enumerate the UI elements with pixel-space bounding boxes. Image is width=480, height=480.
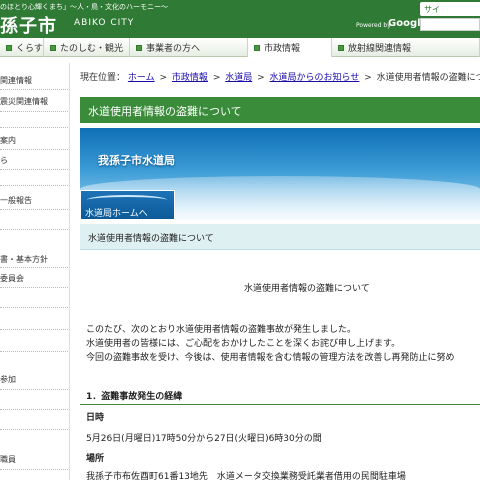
section-heading: 1．盗難事故発生の経緯 xyxy=(80,389,480,405)
breadcrumb-separator: > xyxy=(159,73,168,83)
nav-item-label: くらす xyxy=(16,44,43,54)
sidebar-item[interactable]: 委員会 xyxy=(0,273,70,284)
breadcrumb-link-shisei[interactable]: 市政情報 xyxy=(172,73,208,83)
body-paragraph: 水道使用者の皆様には、ご心配をおかけしたことを深くお詫び申し上げます。 xyxy=(86,339,401,349)
sidebar-item[interactable]: 関連情報 xyxy=(0,75,70,86)
global-nav: くらす たのしむ・観光 事業者の方へ 市政情報 放射線関連情報 xyxy=(0,38,480,57)
sidebar-item[interactable]: 職員 xyxy=(0,454,70,465)
sidebar-divider xyxy=(0,329,68,330)
nav-bullet-icon xyxy=(6,44,12,51)
article-subtitle: 水道使用者情報の盗難について xyxy=(80,224,480,250)
breadcrumb-current: 水道使用者情報の盗難について xyxy=(376,73,480,83)
body-paragraph: 今回の盗難事故を受け、今後は、使用者情報を含む情報の管理方法を改善し再発防止に努… xyxy=(86,353,455,363)
site-header: のほとり心輝くまち」～人・鳥・文化のハーモニー～ 孫子市 ABIKO CITY … xyxy=(0,0,480,38)
sidebar-divider xyxy=(0,429,68,430)
sidebar-divider xyxy=(0,209,68,210)
sidebar-item[interactable]: 参加 xyxy=(0,374,70,385)
breadcrumb-separator: > xyxy=(257,73,265,83)
powered-by-label: Powered by xyxy=(356,22,391,29)
sidebar-divider xyxy=(0,469,68,470)
sidebar-item[interactable]: 震災関連情報 xyxy=(0,96,70,107)
breadcrumb: 現在位置： ホーム > 市政情報 > 水道局 > 水道局からのお知らせ > 水道… xyxy=(80,70,480,83)
breadcrumb-link-home[interactable]: ホーム xyxy=(128,73,155,83)
nav-bullet-icon xyxy=(50,44,56,51)
breadcrumb-separator: > xyxy=(212,73,221,83)
sidebar-divider xyxy=(0,409,68,410)
nav-bullet-icon xyxy=(254,44,260,51)
sidebar-divider xyxy=(0,185,68,186)
sidebar-divider xyxy=(0,149,68,150)
nav-item-label: たのしむ・観光 xyxy=(60,44,124,54)
sidebar-item[interactable]: ら xyxy=(0,155,70,166)
sidebar-item[interactable]: 一般報告 xyxy=(0,195,70,206)
sidebar: 関連情報 震災関連情報 案内 ら 一般報告 書・基本方針 委員会 参加 職員 xyxy=(0,63,70,480)
nav-item-business[interactable]: 事業者の方へ xyxy=(130,38,248,57)
notice-heading: 水道使用者情報の盗難について xyxy=(244,284,370,294)
sidebar-divider xyxy=(0,229,68,230)
sitemap-link[interactable]: サイ xyxy=(420,2,480,16)
sidebar-divider xyxy=(0,287,68,288)
sidebar-divider xyxy=(0,389,68,390)
sidebar-divider xyxy=(0,169,68,170)
sidebar-divider xyxy=(0,89,68,90)
nav-item-label: 市政情報 xyxy=(264,44,301,54)
breadcrumb-prefix: 現在位置： xyxy=(80,73,126,83)
city-logo-en[interactable]: ABIKO CITY xyxy=(74,18,134,28)
sidebar-divider xyxy=(0,127,68,128)
sidebar-divider xyxy=(0,307,68,308)
date-label: 日時 xyxy=(86,413,105,423)
sidebar-divider xyxy=(0,267,68,268)
body-paragraph: このたび、次のとおり水道使用者情報の盗難事故が発生しました。 xyxy=(86,325,357,335)
breadcrumb-link-suidou[interactable]: 水道局 xyxy=(225,73,252,83)
city-logo[interactable]: 孫子市 xyxy=(0,12,57,38)
nav-item-radiation[interactable]: 放射線関連情報 xyxy=(332,38,480,57)
site-tagline: のほとり心輝くまち」～人・鳥・文化のハーモニー～ xyxy=(0,3,168,11)
page-title: 水道使用者情報の盗難について xyxy=(80,97,480,123)
breadcrumb-link-news[interactable]: 水道局からのお知らせ xyxy=(270,73,360,83)
nav-item-shisei[interactable]: 市政情報 xyxy=(248,38,332,57)
nav-item-kurasu[interactable]: くらす xyxy=(0,38,44,57)
sidebar-item[interactable]: 案内 xyxy=(0,135,70,146)
nav-bullet-icon xyxy=(136,44,142,51)
waterworks-home-label: 水道局ホームへ xyxy=(85,209,148,219)
search-input[interactable] xyxy=(420,18,480,31)
arc-graphic-icon xyxy=(87,195,167,205)
sidebar-divider xyxy=(0,351,68,352)
nav-item-tanoshimu[interactable]: たのしむ・観光 xyxy=(44,38,130,57)
breadcrumb-separator: > xyxy=(364,73,372,83)
waterworks-home-button[interactable]: 水道局ホームへ xyxy=(80,190,175,220)
place-value: 我孫子市布佐酉町61番13地先 水道メータ交換業務受託業者借用の民間駐車場 xyxy=(86,472,406,480)
banner-title: 我孫子市水道局 xyxy=(98,154,175,167)
date-value: 5月26日(月曜日)17時50分から27日(火曜日)6時30分の間 xyxy=(86,434,322,444)
nav-item-label: 放射線関連情報 xyxy=(348,44,412,54)
waterworks-banner: 我孫子市水道局 水道局ホームへ xyxy=(80,128,480,220)
sidebar-item[interactable]: 書・基本方針 xyxy=(0,254,70,265)
nav-bullet-icon xyxy=(338,44,344,51)
nav-item-label: 事業者の方へ xyxy=(146,44,201,54)
sidebar-divider xyxy=(0,111,68,112)
place-label: 場所 xyxy=(86,454,105,464)
